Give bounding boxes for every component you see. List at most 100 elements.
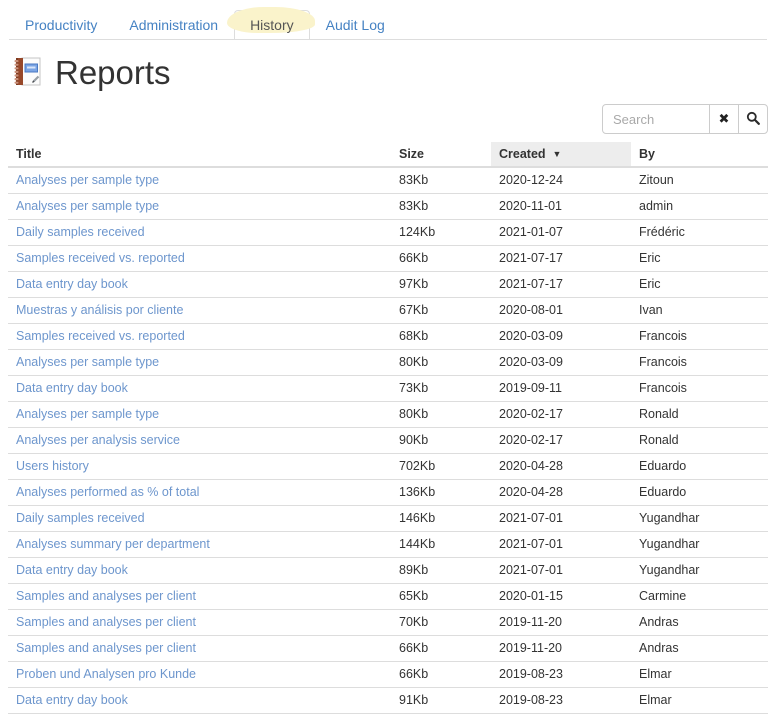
report-size-cell: 144Kb [391,532,491,558]
report-link[interactable]: Proben und Analysen pro Kunde [16,667,196,681]
report-title-cell: Daily samples received [8,220,391,246]
table-row: Samples received vs. reported 68Kb 2020-… [8,324,768,350]
reports-table: Title Size Created▼ By Analyses per samp… [8,142,768,714]
clear-search-button[interactable]: ✖ [709,104,739,134]
report-link[interactable]: Data entry day book [16,563,128,577]
report-link[interactable]: Analyses summary per department [16,537,210,551]
column-header-title[interactable]: Title [8,142,391,167]
report-by-cell: Ronald [631,402,768,428]
search-icon [746,111,760,128]
report-size-cell: 91Kb [391,688,491,714]
report-link[interactable]: Analyses per sample type [16,407,159,421]
tab-history[interactable]: History [234,10,310,40]
report-created-cell: 2020-03-09 [491,350,631,376]
report-link[interactable]: Users history [16,459,89,473]
table-row: Daily samples received 124Kb 2021-01-07 … [8,220,768,246]
report-link[interactable]: Analyses per sample type [16,199,159,213]
report-created-cell: 2020-04-28 [491,454,631,480]
report-link[interactable]: Daily samples received [16,511,145,525]
report-link[interactable]: Analyses per analysis service [16,433,180,447]
tab-audit-log[interactable]: Audit Log [310,10,401,40]
report-created-cell: 2021-07-01 [491,506,631,532]
report-created-cell: 2020-11-01 [491,194,631,220]
report-size-cell: 80Kb [391,402,491,428]
report-by-cell: Andras [631,610,768,636]
report-title-cell: Muestras y análisis por cliente [8,298,391,324]
tab-administration[interactable]: Administration [113,10,234,40]
report-by-cell: Frédéric [631,220,768,246]
report-link[interactable]: Analyses performed as % of total [16,485,199,499]
report-size-cell: 124Kb [391,220,491,246]
report-link[interactable]: Samples received vs. reported [16,251,185,265]
report-link[interactable]: Samples and analyses per client [16,615,196,629]
report-created-cell: 2020-01-15 [491,584,631,610]
report-size-cell: 80Kb [391,350,491,376]
search-row: ✖ [0,104,776,134]
report-by-cell: Francois [631,324,768,350]
report-by-cell: Yugandhar [631,558,768,584]
report-title-cell: Samples and analyses per client [8,584,391,610]
report-size-cell: 146Kb [391,506,491,532]
report-size-cell: 66Kb [391,246,491,272]
report-size-cell: 702Kb [391,454,491,480]
report-title-cell: Samples received vs. reported [8,324,391,350]
report-link[interactable]: Muestras y análisis por cliente [16,303,183,317]
report-by-cell: Eric [631,246,768,272]
report-title-cell: Analyses per sample type [8,350,391,376]
page-heading: Reports [12,54,767,92]
report-size-cell: 65Kb [391,584,491,610]
report-size-cell: 136Kb [391,480,491,506]
search-input[interactable] [602,104,710,134]
report-title-cell: Analyses per sample type [8,402,391,428]
report-created-cell: 2020-12-24 [491,167,631,194]
report-by-cell: Andras [631,636,768,662]
report-link[interactable]: Samples and analyses per client [16,589,196,603]
report-created-cell: 2019-08-23 [491,662,631,688]
report-title-cell: Data entry day book [8,558,391,584]
search-button[interactable] [738,104,768,134]
table-row: Analyses per sample type 80Kb 2020-03-09… [8,350,768,376]
page-title: Reports [55,54,171,92]
table-row: Samples received vs. reported 66Kb 2021-… [8,246,768,272]
report-title-cell: Samples and analyses per client [8,610,391,636]
report-by-cell: Francois [631,350,768,376]
column-header-size[interactable]: Size [391,142,491,167]
table-row: Analyses per sample type 83Kb 2020-12-24… [8,167,768,194]
report-created-cell: 2020-02-17 [491,428,631,454]
report-size-cell: 70Kb [391,610,491,636]
report-link[interactable]: Data entry day book [16,693,128,707]
table-row: Samples and analyses per client 66Kb 201… [8,636,768,662]
report-title-cell: Samples received vs. reported [8,246,391,272]
table-row: Daily samples received 146Kb 2021-07-01 … [8,506,768,532]
report-link[interactable]: Samples and analyses per client [16,641,196,655]
report-link[interactable]: Analyses per sample type [16,355,159,369]
table-row: Samples and analyses per client 65Kb 202… [8,584,768,610]
report-link[interactable]: Daily samples received [16,225,145,239]
report-title-cell: Analyses performed as % of total [8,480,391,506]
report-size-cell: 83Kb [391,194,491,220]
report-link[interactable]: Data entry day book [16,381,128,395]
column-header-by[interactable]: By [631,142,768,167]
tab-label: History [250,17,294,33]
report-title-cell: Proben und Analysen pro Kunde [8,662,391,688]
report-title-cell: Data entry day book [8,272,391,298]
report-title-cell: Analyses per sample type [8,194,391,220]
report-created-cell: 2021-07-01 [491,558,631,584]
tab-label: Administration [129,17,218,33]
tab-productivity[interactable]: Productivity [9,10,113,40]
report-link[interactable]: Analyses per sample type [16,173,159,187]
report-by-cell: admin [631,194,768,220]
report-title-cell: Data entry day book [8,376,391,402]
report-size-cell: 67Kb [391,298,491,324]
report-created-cell: 2021-01-07 [491,220,631,246]
report-link[interactable]: Samples received vs. reported [16,329,185,343]
report-created-cell: 2021-07-17 [491,272,631,298]
report-link[interactable]: Data entry day book [16,277,128,291]
tab-bar: Productivity Administration History Audi… [9,10,767,40]
report-by-cell: Yugandhar [631,532,768,558]
report-size-cell: 68Kb [391,324,491,350]
column-header-created[interactable]: Created▼ [491,142,631,167]
report-created-cell: 2021-07-01 [491,532,631,558]
report-by-cell: Eduardo [631,480,768,506]
report-title-cell: Analyses per analysis service [8,428,391,454]
